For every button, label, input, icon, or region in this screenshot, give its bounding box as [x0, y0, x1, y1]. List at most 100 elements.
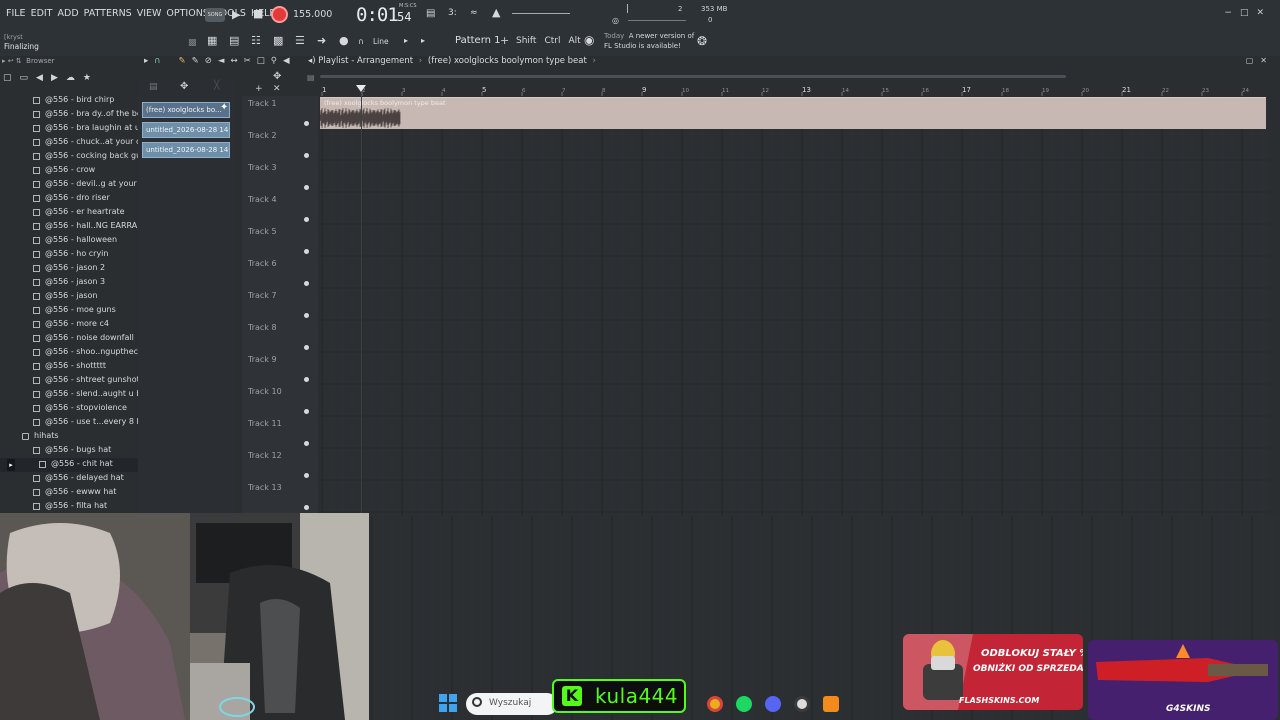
- mixer-icon[interactable]: ☷: [251, 34, 261, 47]
- track-name[interactable]: Track 9: [248, 355, 277, 364]
- browser-file-item[interactable]: @556 - jason 3: [0, 276, 138, 290]
- browser-file-item[interactable]: @556 - halloween: [0, 234, 138, 248]
- playlist-menu-icon[interactable]: ▸: [144, 56, 148, 70]
- song-mode-toggle[interactable]: SONG: [205, 8, 225, 22]
- browser-file-item[interactable]: @556 - hall..NG EARRAPE): [0, 220, 138, 234]
- menu-edit[interactable]: EDIT: [31, 8, 53, 19]
- browser-file-item[interactable]: @556 - filta hat: [0, 500, 138, 514]
- browser-file-item[interactable]: @556 - moe guns: [0, 304, 138, 318]
- browser-file-item[interactable]: @556 - bird chirp: [0, 94, 138, 108]
- track-mute-toggle[interactable]: [304, 409, 309, 414]
- metronome-icon[interactable]: ▲: [492, 6, 500, 19]
- zoom-tool-icon[interactable]: ⚲: [271, 56, 277, 70]
- lock-icon[interactable]: ▩: [188, 38, 197, 48]
- flashskins-ad[interactable]: ODBLOKUJ STAŁY % OBNIŻKI OD SPRZEDAŻY FL…: [903, 634, 1083, 710]
- picker-clip-untitled-2[interactable]: untitled_2026-08-28 14-...: [142, 142, 230, 158]
- track-mute-toggle[interactable]: [304, 121, 309, 126]
- track-name[interactable]: Track 10: [248, 387, 282, 396]
- playlist-icon[interactable]: ▩: [273, 34, 283, 47]
- timeline-ruler[interactable]: 1 2 3 4 5 6 7 8 9 10 11 12 13 14 15 16 17 18 19 20 21 22 23 24: [318, 84, 1268, 96]
- track-name[interactable]: Track 13: [248, 483, 282, 492]
- playlist-horizontal-scrollbar[interactable]: [320, 75, 1066, 78]
- track-name[interactable]: Track 3: [248, 163, 277, 172]
- browser-file-item[interactable]: @556 - bra dy..of the beat: [0, 108, 138, 122]
- browser-file-item[interactable]: @556 - chit hat: [0, 458, 138, 472]
- delete-tool-icon[interactable]: ⊘: [205, 56, 212, 70]
- playlist-speaker-icon[interactable]: ◂): [308, 56, 316, 66]
- modifier-alt[interactable]: Alt: [568, 36, 580, 46]
- pattern-prev-icon[interactable]: ▸: [421, 36, 425, 45]
- menu-add[interactable]: ADD: [58, 8, 79, 19]
- browser-file-item[interactable]: @556 - slend..aught u bro: [0, 388, 138, 402]
- settings-icon[interactable]: [794, 696, 810, 712]
- browser-file-item[interactable]: @556 - noise downfall: [0, 332, 138, 346]
- news-panel[interactable]: Today A newer version of FL Studio is av…: [604, 31, 694, 51]
- menu-options[interactable]: OPTIONS: [166, 8, 208, 19]
- track-mute-toggle[interactable]: [304, 281, 309, 286]
- browser-file-item[interactable]: @556 - dro riser: [0, 192, 138, 206]
- browser-file-item[interactable]: @556 - er heartrate: [0, 206, 138, 220]
- browser-folder[interactable]: hihats: [0, 430, 138, 444]
- snap-dropdown-icon[interactable]: ▸: [404, 36, 408, 45]
- fl-studio-icon[interactable]: [823, 696, 839, 712]
- browser-collapse-icon[interactable]: ▢: [3, 73, 12, 89]
- g4skins-ad[interactable]: G4SKINS: [1088, 640, 1278, 720]
- arrow-right-icon[interactable]: ➜: [317, 34, 326, 47]
- taskbar-search[interactable]: Wyszukaj: [466, 693, 558, 715]
- slip-tool-icon[interactable]: ↔: [230, 56, 237, 70]
- track-mute-toggle[interactable]: [304, 313, 309, 318]
- picker-add-icon[interactable]: ✦: [220, 102, 228, 113]
- track-name[interactable]: Track 11: [248, 419, 282, 428]
- pattern-selector[interactable]: Pattern 1: [455, 35, 501, 46]
- track-name[interactable]: Track 12: [248, 451, 282, 460]
- menu-patterns[interactable]: PATTERNS: [84, 8, 132, 19]
- picker-mode-icon[interactable]: ▤: [149, 82, 158, 92]
- track-mute-toggle[interactable]: [304, 441, 309, 446]
- browser-files-icon[interactable]: ▭: [20, 73, 29, 89]
- track-name[interactable]: Track 8: [248, 323, 277, 332]
- browser-file-item[interactable]: @556 - shtreet gunshot: [0, 374, 138, 388]
- play-icon[interactable]: ▶: [232, 8, 240, 21]
- track-mute-toggle[interactable]: [304, 185, 309, 190]
- stop-icon[interactable]: ■: [253, 7, 263, 20]
- browser-file-item[interactable]: @556 - jason: [0, 290, 138, 304]
- browser-file-item[interactable]: @556 - more c4: [0, 318, 138, 332]
- master-volume-slider[interactable]: [512, 13, 570, 14]
- browser-forward-icon[interactable]: ▶: [51, 73, 58, 89]
- add-track-icon[interactable]: +: [255, 84, 263, 94]
- close-track-icon[interactable]: ✕: [273, 84, 281, 94]
- browser-favorite-icon[interactable]: ★: [83, 73, 91, 89]
- browser-file-item[interactable]: @556 - delayed hat: [0, 472, 138, 486]
- playback-tool-icon[interactable]: ◀: [283, 56, 290, 70]
- picker-clip-untitled-1[interactable]: untitled_2026-08-28 14-...: [142, 122, 230, 138]
- browser-file-item[interactable]: @556 - stopviolence: [0, 402, 138, 416]
- modifier-ctrl[interactable]: Ctrl: [544, 36, 560, 46]
- tempo-display[interactable]: 155.000: [293, 9, 332, 20]
- track-name[interactable]: Track 2: [248, 131, 277, 140]
- modifier-shift[interactable]: Shift: [516, 36, 536, 46]
- picker-move-icon[interactable]: ✥: [180, 81, 188, 92]
- magnet-icon[interactable]: ∩: [154, 56, 160, 70]
- playlist-grid[interactable]: [318, 96, 1268, 516]
- track-name[interactable]: Track 4: [248, 195, 277, 204]
- browser-file-item[interactable]: @556 - chuck..at your cut: [0, 136, 138, 150]
- microphone-icon[interactable]: ●: [339, 34, 349, 47]
- menu-file[interactable]: FILE: [6, 8, 26, 19]
- pitch-knob-icon[interactable]: ◎: [612, 16, 619, 25]
- browser-file-item[interactable]: @556 - jason 2: [0, 262, 138, 276]
- slice-tool-icon[interactable]: ✂: [244, 56, 251, 70]
- pattern-song-icon[interactable]: ▤: [426, 8, 435, 19]
- select-tool-icon[interactable]: □: [257, 56, 265, 70]
- browser-file-item[interactable]: @556 - devil..g at your cut: [0, 178, 138, 192]
- track-mute-toggle[interactable]: [304, 153, 309, 158]
- window-controls[interactable]: −□✕: [1224, 8, 1272, 18]
- snap-magnet-icon[interactable]: ∩: [358, 37, 364, 46]
- track-name[interactable]: Track 7: [248, 291, 277, 300]
- track-name[interactable]: Track 5: [248, 227, 277, 236]
- playhead-marker[interactable]: [356, 85, 366, 92]
- time-signature-icon[interactable]: 3:: [448, 8, 457, 18]
- browser-file-item[interactable]: @556 - cocking back gun: [0, 150, 138, 164]
- browser-file-item[interactable]: @556 - bugs hat: [0, 444, 138, 458]
- browser-file-item[interactable]: @556 - shoo..nguptheclub: [0, 346, 138, 360]
- track-mute-toggle[interactable]: [304, 377, 309, 382]
